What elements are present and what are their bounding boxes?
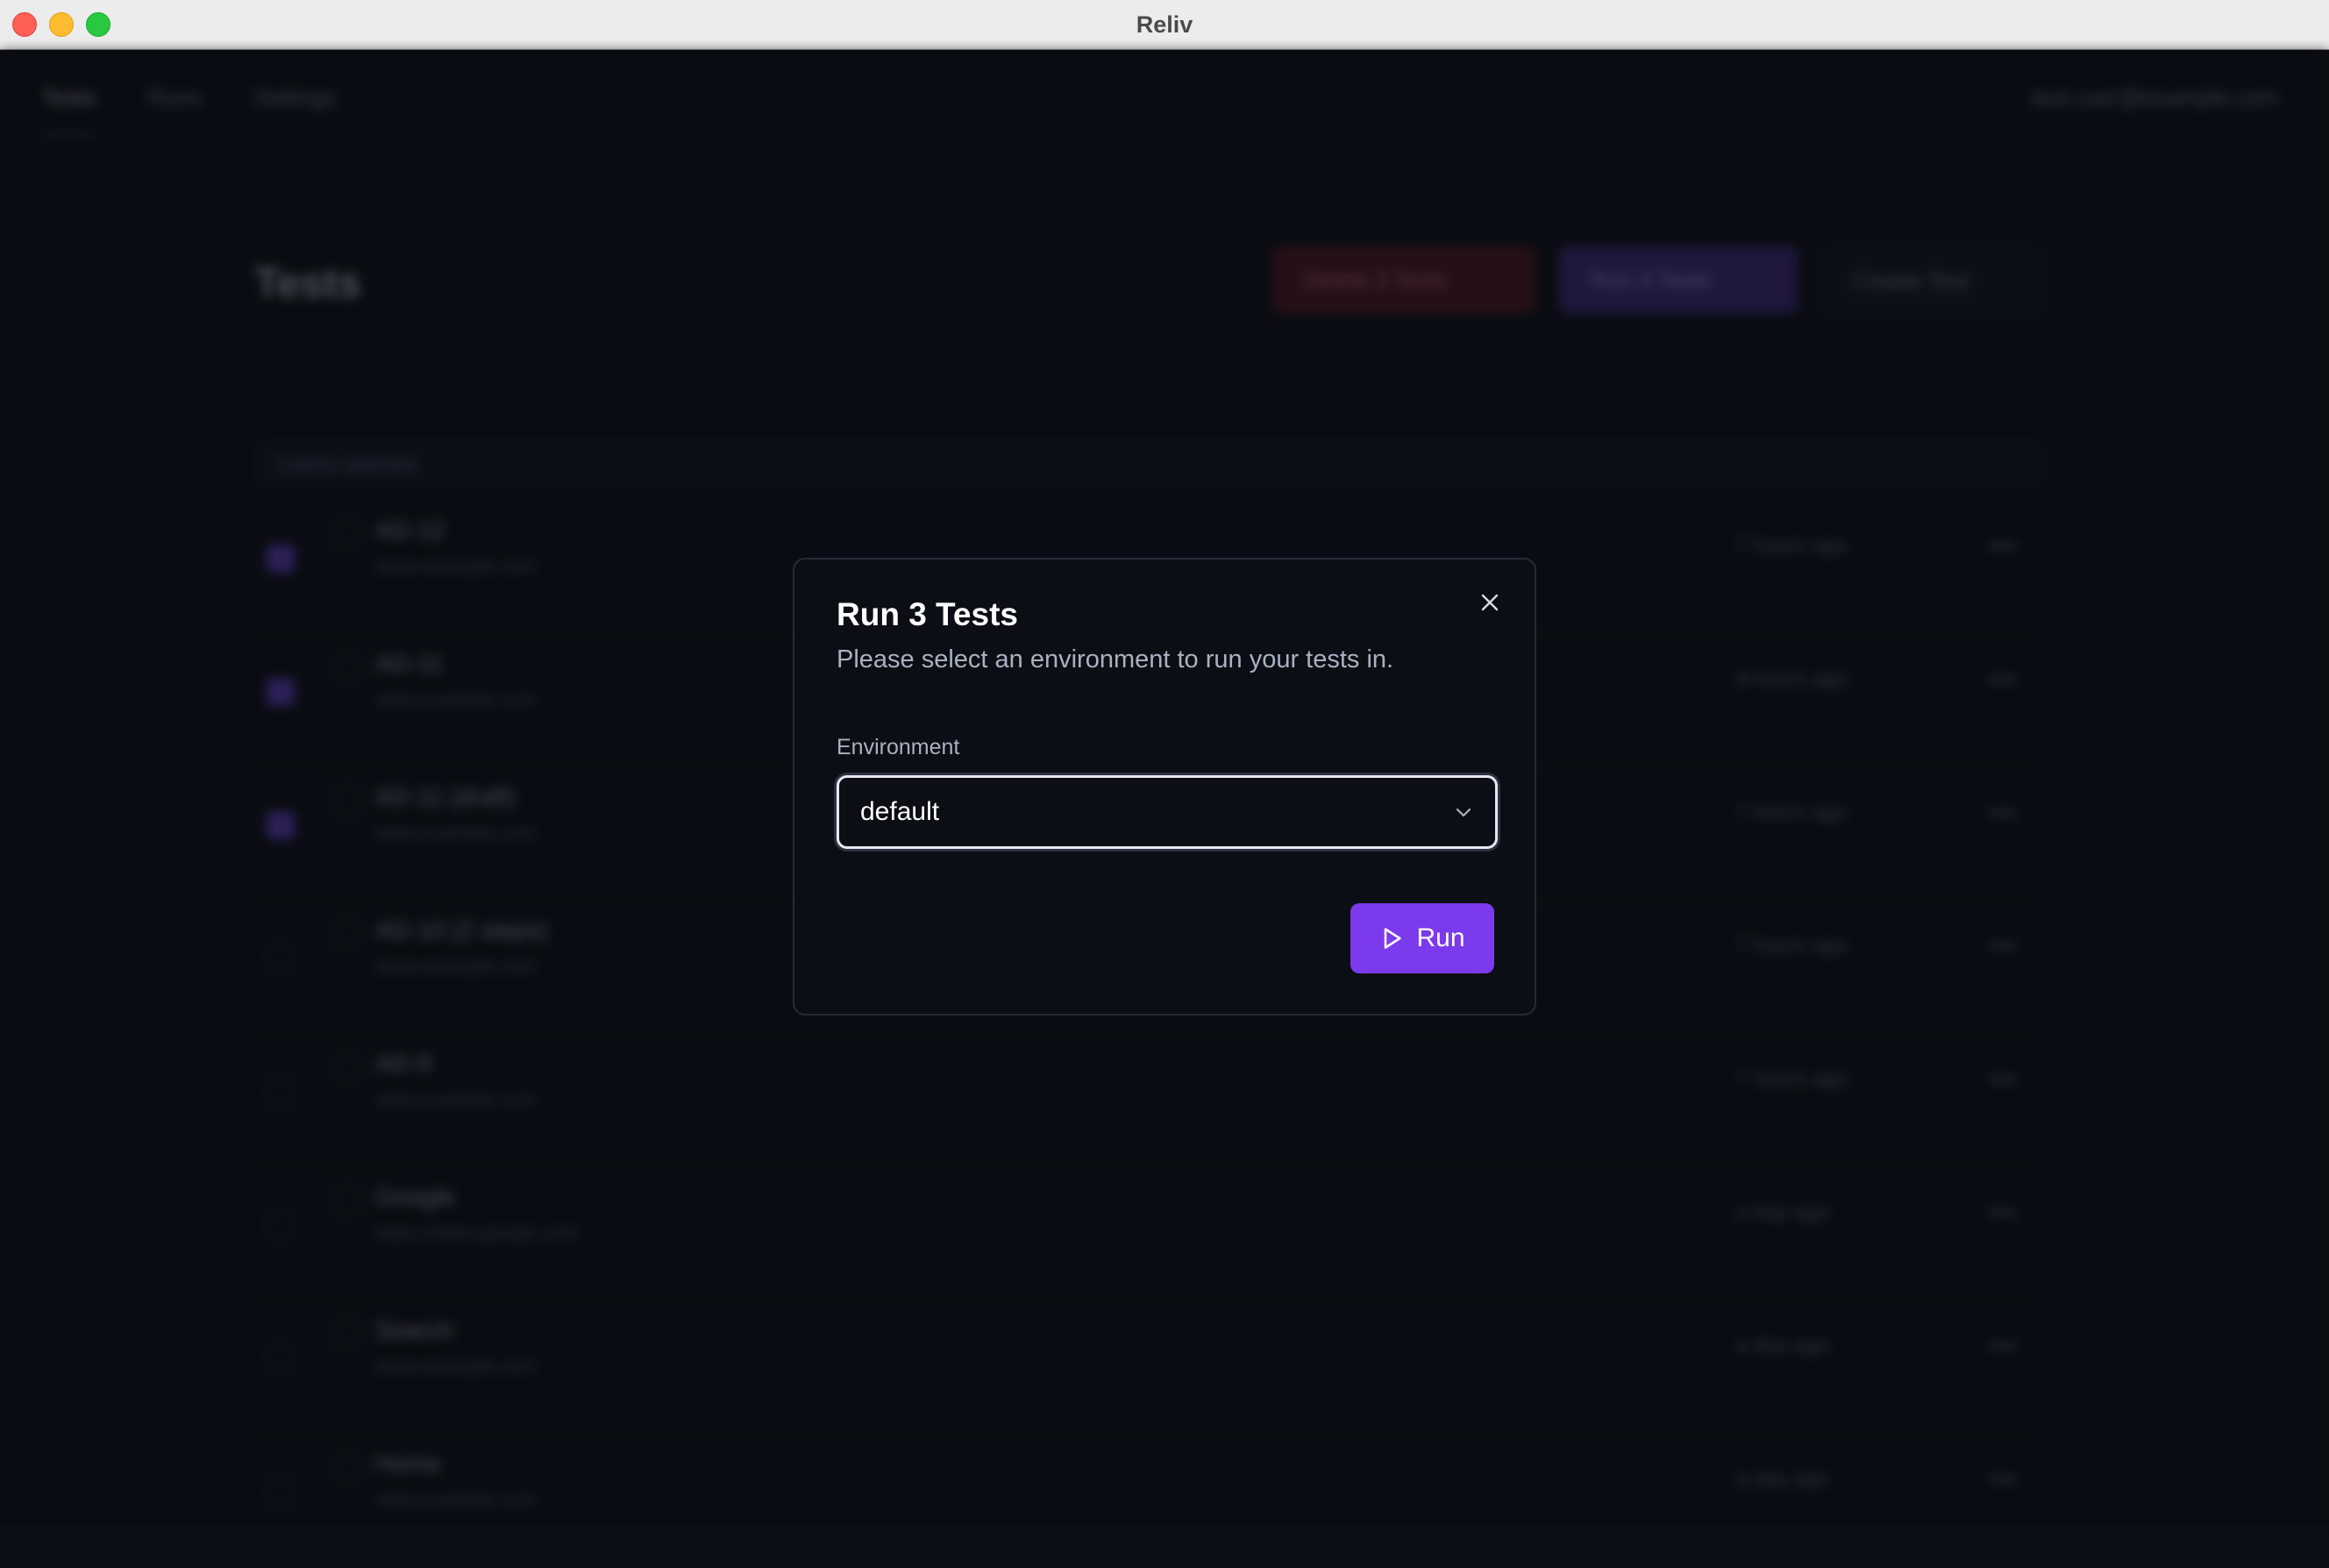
window-minimize-button[interactable] bbox=[49, 12, 74, 37]
run-button-label: Run bbox=[1416, 923, 1465, 952]
window-titlebar: Reliv bbox=[0, 0, 2329, 50]
window-controls bbox=[12, 12, 110, 37]
dialog-description: Please select an environment to run your… bbox=[837, 645, 1394, 674]
chevron-down-icon bbox=[1456, 808, 1471, 817]
run-tests-dialog: Run 3 Tests Please select an environment… bbox=[793, 558, 1536, 1016]
dialog-title: Run 3 Tests bbox=[837, 596, 1018, 632]
play-icon bbox=[1385, 928, 1402, 949]
environment-select-value: default bbox=[860, 797, 940, 826]
environment-select[interactable]: default bbox=[837, 775, 1498, 849]
environment-label: Environment bbox=[837, 735, 960, 759]
close-button[interactable] bbox=[1475, 588, 1505, 617]
close-icon bbox=[1481, 594, 1499, 611]
window-zoom-button[interactable] bbox=[86, 12, 110, 37]
window-title: Reliv bbox=[1136, 11, 1193, 38]
run-button[interactable]: Run bbox=[1350, 903, 1494, 973]
window-close-button[interactable] bbox=[12, 12, 37, 37]
